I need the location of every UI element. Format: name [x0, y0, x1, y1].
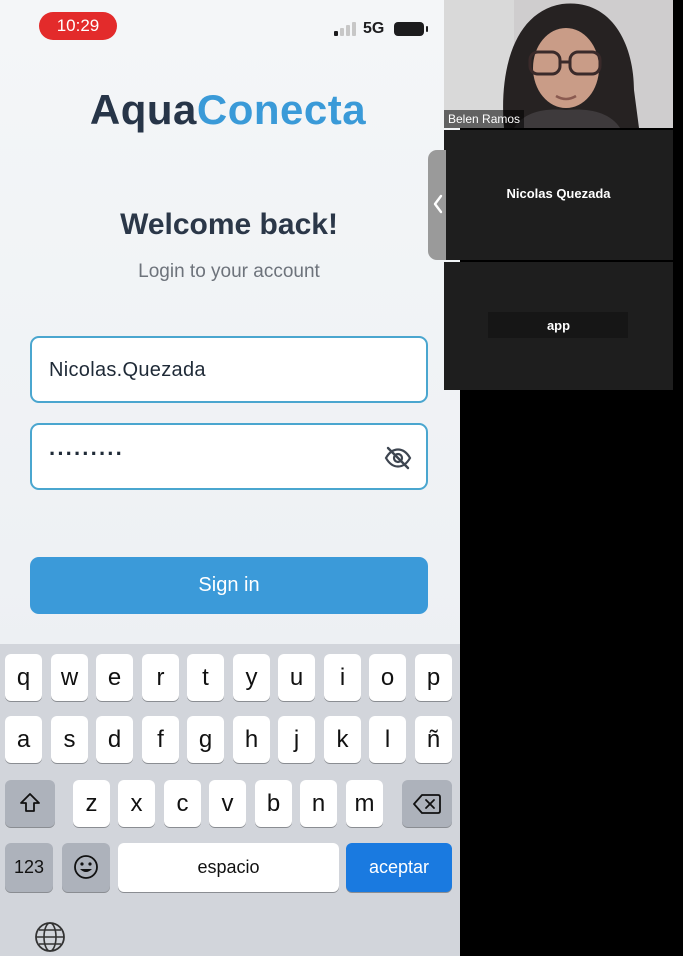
key-c[interactable]: c: [164, 780, 201, 827]
sign-in-button[interactable]: Sign in: [30, 557, 428, 614]
key-a[interactable]: a: [5, 716, 42, 763]
participant-video-feed: [444, 0, 673, 128]
battery-icon: [394, 22, 428, 36]
shift-icon: [20, 793, 40, 812]
emoji-icon: [74, 855, 98, 879]
signal-icon: [334, 22, 356, 36]
chevron-left-icon: [433, 194, 443, 214]
key-s[interactable]: s: [51, 716, 88, 763]
participant-tile-video[interactable]: Belen Ramos: [444, 0, 673, 128]
accept-key[interactable]: aceptar: [346, 843, 452, 892]
key-n-tilde[interactable]: ñ: [415, 716, 452, 763]
emoji-key[interactable]: [62, 843, 110, 892]
backspace-key[interactable]: [402, 780, 452, 827]
status-bar: 10:29 5G: [0, 0, 460, 52]
key-g[interactable]: g: [187, 716, 224, 763]
page-subtitle: Login to your account: [138, 261, 320, 282]
key-x[interactable]: x: [118, 780, 155, 827]
participant-name: app: [546, 318, 571, 333]
globe-icon[interactable]: [34, 921, 66, 953]
key-b[interactable]: b: [255, 780, 292, 827]
password-value: ·········: [49, 441, 124, 466]
participant-tile[interactable]: app: [444, 262, 673, 390]
key-w[interactable]: w: [51, 654, 88, 701]
key-z[interactable]: z: [73, 780, 110, 827]
username-field[interactable]: Nicolas.Quezada: [30, 336, 428, 403]
eye-off-icon[interactable]: [384, 446, 412, 470]
space-key[interactable]: espacio: [118, 843, 339, 892]
participant-tile[interactable]: Nicolas Quezada: [444, 130, 673, 260]
key-m[interactable]: m: [346, 780, 383, 827]
on-screen-keyboard: q w e r t y u i o p a s d f g h j k l ñ …: [0, 644, 460, 956]
key-e[interactable]: e: [96, 654, 133, 701]
participant-name: Nicolas Quezada: [506, 186, 611, 201]
key-k[interactable]: k: [324, 716, 361, 763]
key-d[interactable]: d: [96, 716, 133, 763]
network-type: 5G: [363, 20, 385, 37]
key-f[interactable]: f: [142, 716, 179, 763]
username-value: Nicolas.Quezada: [49, 359, 206, 381]
status-time: 10:29: [39, 12, 117, 40]
password-field[interactable]: ·········: [30, 423, 428, 490]
key-o[interactable]: o: [369, 654, 406, 701]
key-t[interactable]: t: [187, 654, 224, 701]
key-j[interactable]: j: [278, 716, 315, 763]
key-l[interactable]: l: [369, 716, 406, 763]
backspace-icon: [413, 794, 441, 814]
logo-text-aqua: Aqua: [89, 86, 197, 133]
participant-name: Belen Ramos: [444, 110, 525, 128]
page-title: Welcome back!: [120, 208, 338, 241]
collapse-panel-tab[interactable]: [428, 150, 446, 260]
key-i[interactable]: i: [324, 654, 361, 701]
key-u[interactable]: u: [278, 654, 315, 701]
key-q[interactable]: q: [5, 654, 42, 701]
key-y[interactable]: y: [233, 654, 270, 701]
key-p[interactable]: p: [415, 654, 452, 701]
shift-key[interactable]: [5, 780, 55, 827]
key-v[interactable]: v: [209, 780, 246, 827]
key-n[interactable]: n: [300, 780, 337, 827]
key-h[interactable]: h: [233, 716, 270, 763]
logo-text-conecta: Conecta: [196, 86, 367, 133]
app-logo: AquaConecta: [0, 86, 456, 134]
numbers-key[interactable]: 123: [5, 843, 53, 892]
phone-screen: 10:29 5G AquaConecta Welcome back! Login…: [0, 0, 460, 956]
key-r[interactable]: r: [142, 654, 179, 701]
